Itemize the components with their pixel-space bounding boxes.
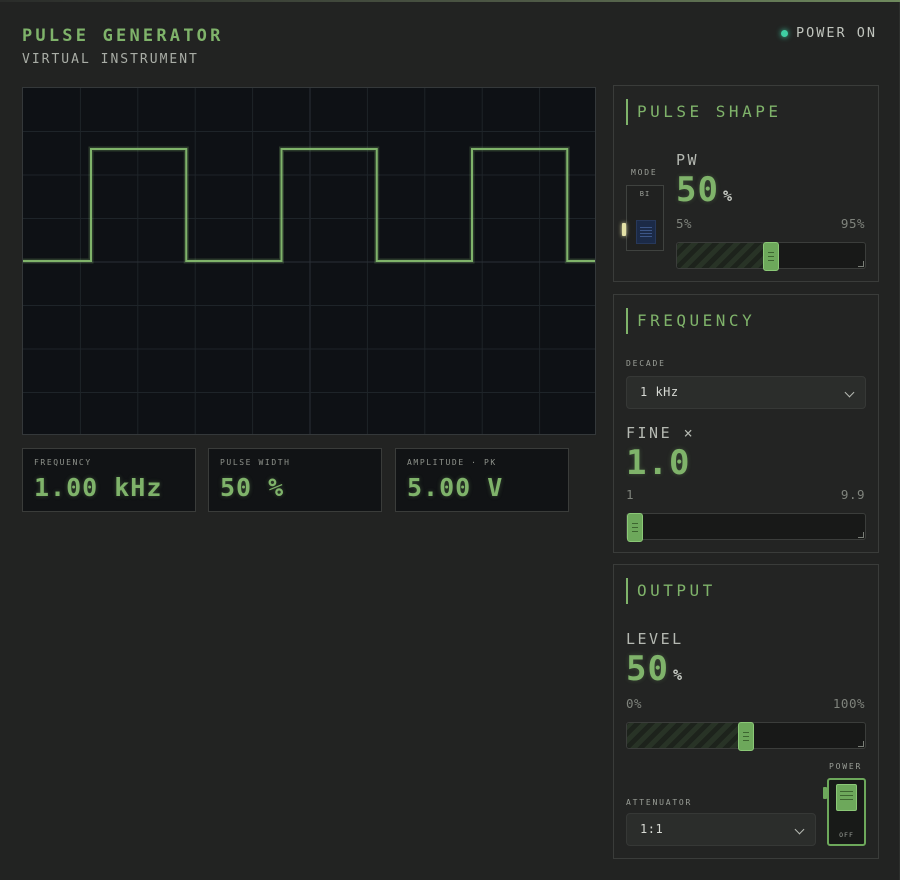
app-subtitle: VIRTUAL INSTRUMENT (22, 52, 199, 67)
chevron-down-icon (794, 824, 805, 835)
mode-led-icon (622, 223, 626, 236)
amplitude-readout-value: 5.00 V (407, 473, 504, 502)
pulse-width-readout-label: PULSE WIDTH (220, 458, 291, 467)
pw-range-min: 5% (676, 216, 693, 231)
fine-range-min: 1 (626, 487, 635, 502)
attenuator-label: ATTENUATOR (626, 798, 693, 807)
amplitude-readout: AMPLITUDE · PK 5.00 V (395, 448, 569, 512)
power-switch-label: POWER (829, 762, 863, 771)
level-value-display: 50% (626, 649, 683, 689)
decade-label: DECADE (626, 359, 666, 368)
mode-label: MODE (631, 168, 658, 177)
fine-slider-thumb[interactable] (627, 513, 643, 542)
pw-slider-fill (677, 243, 771, 268)
waveform-plot (23, 88, 595, 434)
power-status-text: POWER ON (795, 25, 877, 41)
instrument-frame: PULSE GENERATOR VIRTUAL INSTRUMENT POWER… (0, 2, 900, 880)
pw-value: 50 (676, 170, 719, 210)
oscilloscope-display (22, 87, 596, 435)
fine-label: FINE × (626, 424, 696, 442)
power-led-icon (780, 29, 788, 37)
power-indicator: POWER ON (780, 25, 877, 41)
level-slider-thumb[interactable] (738, 722, 754, 751)
pw-label: PW (676, 151, 700, 169)
chevron-down-icon (844, 387, 855, 398)
fine-range-max: 9.9 (840, 487, 865, 502)
power-switch[interactable]: OFF (827, 778, 866, 846)
amplitude-readout-label: AMPLITUDE · PK (407, 458, 497, 467)
decade-select-value: 1 kHz (640, 385, 679, 399)
resize-corner-icon (858, 532, 864, 538)
frequency-readout-label: FREQUENCY (34, 458, 92, 467)
frequency-readout-value: 1.00 kHz (34, 473, 163, 502)
mode-switch[interactable]: BI (626, 185, 664, 251)
fine-value: 1.0 (626, 443, 691, 483)
resize-corner-icon (858, 741, 864, 747)
level-slider[interactable] (626, 722, 866, 751)
resize-corner-icon (858, 261, 864, 267)
pw-unit: % (722, 187, 733, 205)
level-range-max: 100% (832, 696, 865, 711)
power-switch-text: OFF (839, 831, 854, 839)
frequency-title: FREQUENCY (626, 308, 755, 334)
output-panel: OUTPUT LEVEL 50% 0% 100% POWER OFF ATTEN… (613, 564, 879, 859)
pw-slider-thumb[interactable] (763, 242, 779, 271)
app-title: PULSE GENERATOR (22, 26, 224, 46)
frequency-readout: FREQUENCY 1.00 kHz (22, 448, 196, 512)
level-label: LEVEL (626, 630, 684, 648)
power-switch-knob[interactable] (836, 784, 857, 811)
mode-switch-knob[interactable] (636, 220, 656, 244)
pulse-shape-title: PULSE SHAPE (626, 99, 781, 125)
pulse-width-readout: PULSE WIDTH 50 % (208, 448, 382, 512)
level-slider-fill (627, 723, 746, 748)
level-unit: % (672, 666, 683, 684)
output-title: OUTPUT (626, 578, 716, 604)
pw-value-display: 50% (676, 170, 733, 210)
pulse-shape-panel: PULSE SHAPE MODE BI PW 50% 5% 95% (613, 85, 879, 282)
mode-switch-text: BI (639, 190, 651, 198)
level-range-min: 0% (626, 696, 643, 711)
attenuator-select[interactable]: 1:1 (626, 813, 816, 846)
level-value: 50 (626, 649, 669, 689)
pw-range-max: 95% (840, 216, 865, 231)
fine-slider[interactable] (626, 513, 866, 542)
attenuator-select-value: 1:1 (640, 822, 664, 836)
pulse-width-readout-value: 50 % (220, 473, 285, 502)
pw-slider[interactable] (676, 242, 866, 271)
frequency-panel: FREQUENCY DECADE 1 kHz FINE × 1.0 1 9.9 (613, 294, 879, 553)
decade-select[interactable]: 1 kHz (626, 376, 866, 409)
